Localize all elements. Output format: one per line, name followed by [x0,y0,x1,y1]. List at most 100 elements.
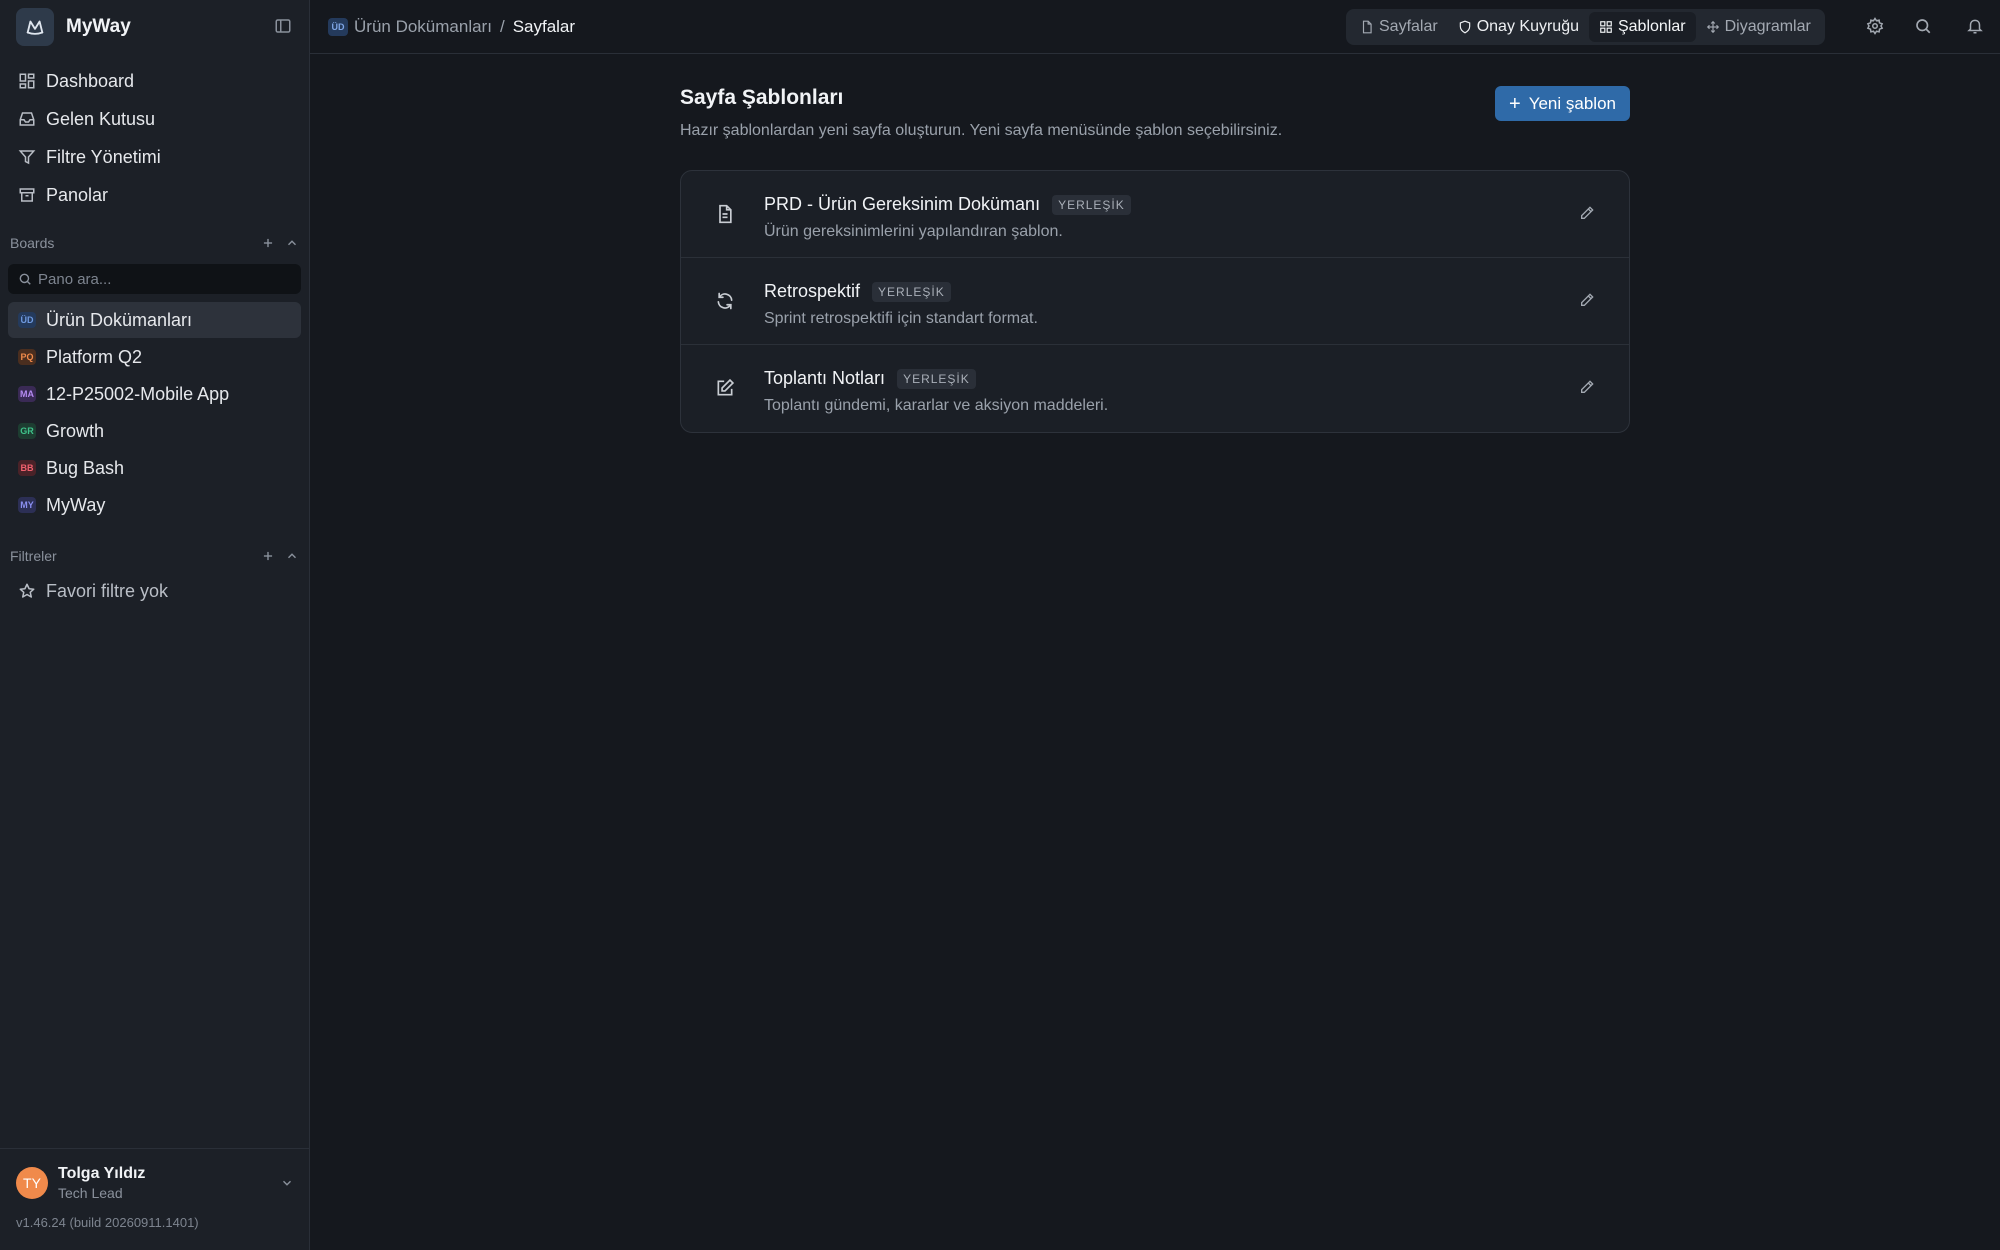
favorite-filters-text: Favori filtre yok [46,580,169,601]
tab-diagrams[interactable]: Diyagramlar [1696,12,1821,42]
board-item[interactable]: MA 12-P25002-Mobile App [8,376,301,412]
shield-icon [1459,20,1470,34]
board-search-input[interactable] [38,270,278,288]
board-label: 12-P25002-Mobile App [46,383,230,404]
edit-pencil-icon[interactable] [1579,205,1599,225]
sidebar: MyWay Dashboard Gelen Kutusu Filtre Yöne… [0,0,310,1250]
board-label: Ürün Dokümanları [46,309,193,330]
nav-item-label: Panolar [46,184,109,205]
refresh-icon [715,291,735,311]
breadcrumb-current: Sayfalar [512,16,576,36]
plus-icon: + [1509,92,1521,115]
chevron-up-icon[interactable] [285,236,299,250]
favorite-filters-empty: Favori filtre yok [0,571,309,611]
board-list: ÜD Ürün Dokümanları PQ Platform Q2 MA 12… [0,302,309,523]
board-item[interactable]: PQ Platform Q2 [8,339,301,375]
chevron-up-icon[interactable] [285,549,299,563]
grid-icon [1600,21,1612,33]
search-icon[interactable] [1914,17,1934,37]
version-label: v1.46.24 (build 20260911.1401) [16,1215,199,1230]
sidebar-toggle-icon[interactable] [274,17,294,37]
builtin-badge: YERLEŞİK [897,368,976,389]
nav-item-label: Dashboard [46,70,135,91]
grid-icon [19,73,35,89]
board-label: Platform Q2 [46,346,143,367]
tab-approval-queue[interactable]: Onay Kuyruğu [1448,12,1589,42]
board-item[interactable]: ÜD Ürün Dokümanları [8,302,301,338]
template-row[interactable]: Retrospektif YERLEŞİK Sprint retrospekti… [681,258,1629,345]
app-name: MyWay [66,16,131,37]
search-icon [19,273,31,285]
template-list: PRD - Ürün Gereksinim Dokümanı YERLEŞİK … [680,170,1630,433]
boards-section-title: Boards [10,235,55,251]
view-tabs: Sayfalar Onay Kuyruğu Şablonlar Diyagram… [1346,9,1825,45]
notifications-bell-icon[interactable] [1966,17,1986,37]
nav-item-label: Filtre Yönetimi [46,146,161,167]
board-item[interactable]: MY MyWay [8,487,301,523]
tab-label: Diyagramlar [1724,18,1811,35]
board-badge: PQ [18,349,36,365]
nav-item-dashboard[interactable]: Dashboard [0,62,309,100]
board-search[interactable] [8,264,301,294]
board-badge: GR [18,423,36,439]
add-board-icon[interactable] [261,236,275,250]
add-filter-icon[interactable] [261,549,275,563]
tab-templates[interactable]: Şablonlar [1588,12,1696,42]
star-icon [19,583,35,598]
page-title: Sayfa Şablonları [680,86,844,109]
tab-pages[interactable]: Sayfalar [1350,12,1448,42]
edit-pencil-icon[interactable] [1579,292,1599,312]
board-label: MyWay [46,494,106,515]
breadcrumb-board-badge: ÜD [328,17,348,36]
new-template-button[interactable]: + Yeni şablon [1495,86,1630,121]
user-role: Tech Lead [58,1185,123,1201]
template-row[interactable]: Toplantı Notları YERLEŞİK Toplantı günde… [681,345,1629,432]
template-title: Retrospektif [764,281,861,301]
board-label: Growth [46,420,105,441]
new-template-label: Yeni şablon [1528,93,1616,113]
templates-page: Sayfa Şablonları Hazır şablonlardan yeni… [680,86,1630,433]
board-item[interactable]: BB Bug Bash [8,450,301,486]
nav-item-inbox[interactable]: Gelen Kutusu [0,100,309,138]
template-description: Toplantı gündemi, kararlar ve aksiyon ma… [764,397,1109,414]
board-badge: BB [18,460,36,476]
tab-label: Sayfalar [1379,18,1438,35]
tab-label: Onay Kuyruğu [1476,18,1579,35]
edit-pencil-icon[interactable] [1579,379,1599,399]
template-row[interactable]: PRD - Ürün Gereksinim Dokümanı YERLEŞİK … [681,171,1629,258]
filters-section-header: Filtreler [0,541,309,571]
user-name: Tolga Yıldız [58,1165,146,1182]
nav-item-filters[interactable]: Filtre Yönetimi [0,138,309,176]
boards-section-header: Boards [0,228,309,258]
main-nav: Dashboard Gelen Kutusu Filtre Yönetimi P… [0,54,309,214]
filter-icon [18,150,36,165]
diagram-icon [1706,20,1719,34]
chevron-down-icon[interactable] [280,1176,294,1190]
board-label: Bug Bash [46,457,125,478]
board-item[interactable]: GR Growth [8,413,301,449]
breadcrumb: ÜD Ürün Dokümanları / Sayfalar [328,17,575,37]
topbar: ÜD Ürün Dokümanları / Sayfalar Sayfalar … [310,0,2000,54]
board-badge: ÜD [18,312,36,328]
template-description: Ürün gereksinimlerini yapılandıran şablo… [764,223,1063,240]
user-menu[interactable]: TY Tolga Yıldız Tech Lead [16,1165,294,1201]
template-title: PRD - Ürün Gereksinim Dokümanı [764,194,1041,214]
document-icon [1362,20,1372,34]
nav-item-label: Gelen Kutusu [46,108,156,129]
user-panel: TY Tolga Yıldız Tech Lead v1.46.24 (buil… [0,1148,310,1250]
avatar: TY [16,1167,48,1199]
myway-logo-icon [16,8,54,46]
builtin-badge: YERLEŞİK [872,281,951,302]
board-badge: MA [18,386,36,402]
breadcrumb-separator: / [499,16,505,36]
template-description: Sprint retrospektifi için standart forma… [764,310,1038,327]
settings-gear-icon[interactable] [1866,17,1886,37]
brand[interactable]: MyWay [0,0,309,54]
main-area: ÜD Ürün Dokümanları / Sayfalar Sayfalar … [310,0,2000,1250]
archive-icon [19,188,35,202]
inbox-icon [19,112,35,126]
app-root: MyWay Dashboard Gelen Kutusu Filtre Yöne… [0,0,2000,1250]
nav-item-boards[interactable]: Panolar [0,176,309,214]
page-header: Sayfa Şablonları Hazır şablonlardan yeni… [680,86,1630,170]
breadcrumb-parent-link[interactable]: Ürün Dokümanları [354,17,492,37]
